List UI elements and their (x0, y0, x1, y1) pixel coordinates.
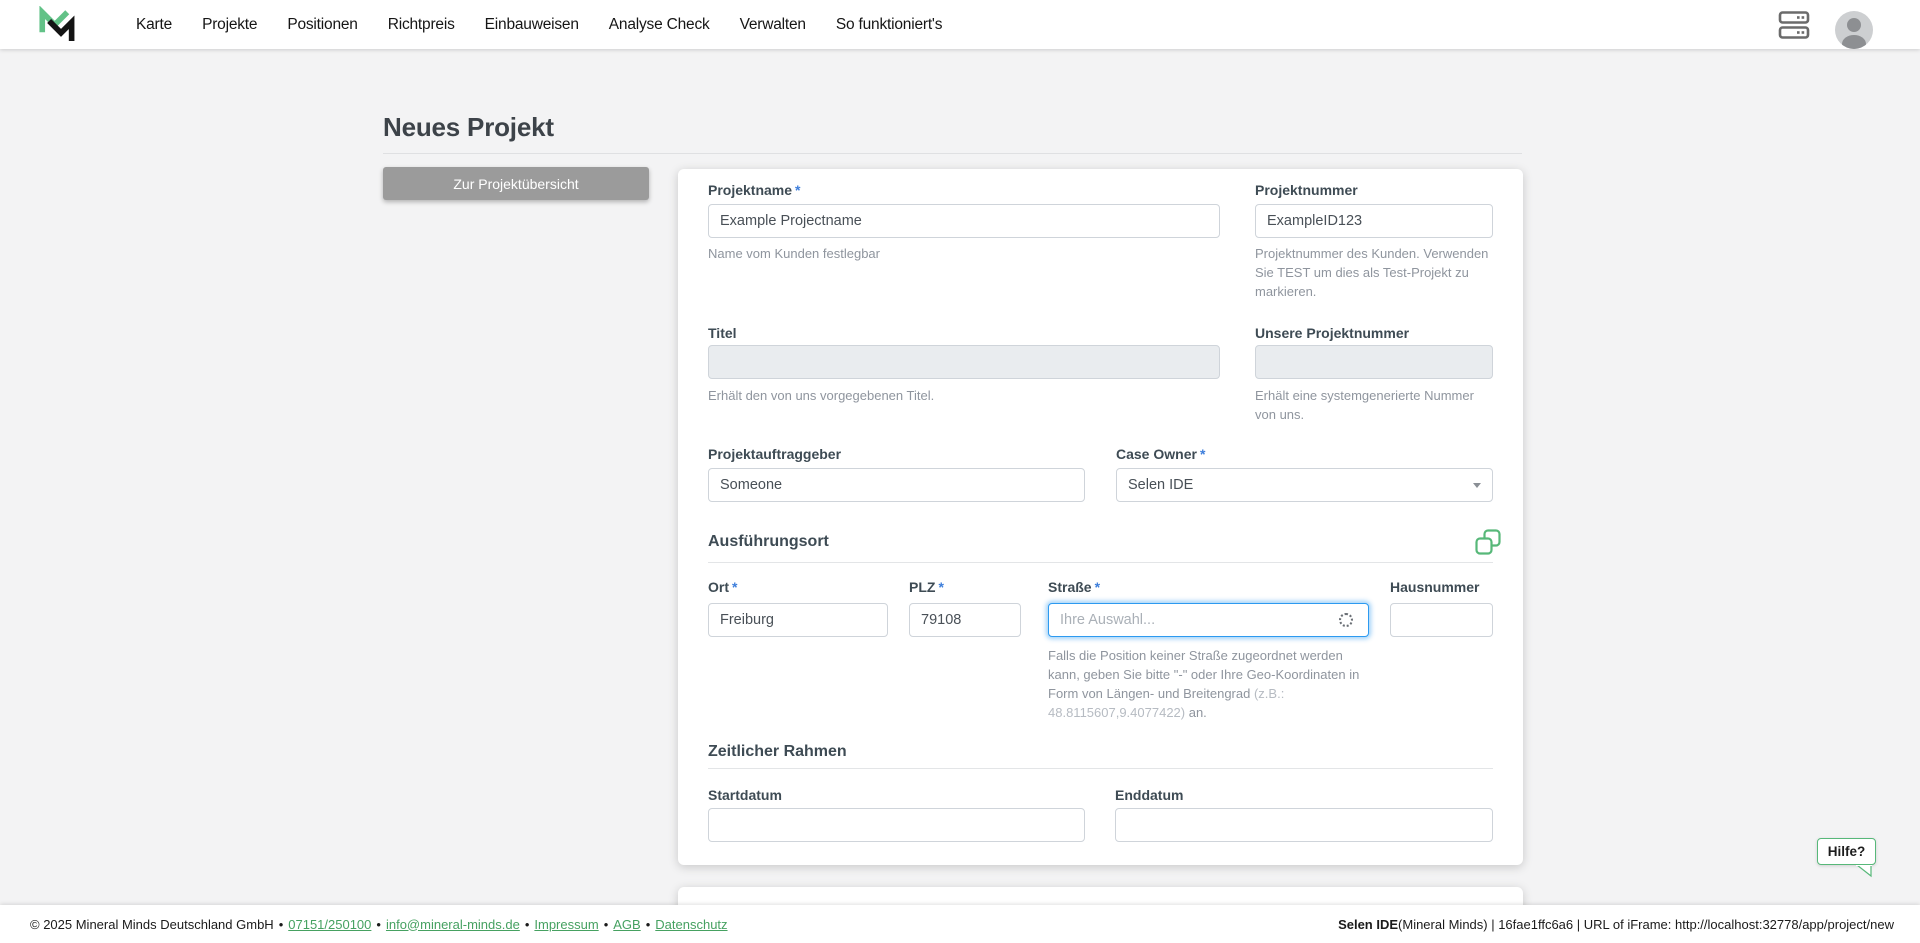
case-owner-select[interactable]: Selen IDE (1116, 468, 1493, 502)
loading-spinner-icon (1339, 613, 1353, 627)
enddatum-input[interactable] (1115, 808, 1493, 842)
avatar-body-icon (1842, 35, 1866, 49)
mineral-minds-logo-icon[interactable] (36, 6, 76, 46)
required-asterisk: * (1200, 446, 1205, 462)
strasse-label: Straße* (1048, 579, 1100, 595)
project-overview-button[interactable]: Zur Projektübersicht (383, 167, 649, 200)
required-asterisk: * (938, 579, 943, 595)
footer-link-impressum[interactable]: Impressum (534, 917, 598, 932)
main-nav: Karte Projekte Positionen Richtpreis Ein… (136, 0, 942, 49)
unsere-projektnummer-helper: Erhält eine systemgenerierte Nummer von … (1255, 386, 1493, 424)
ort-label-text: Ort (708, 579, 729, 595)
hausnummer-label: Hausnummer (1390, 579, 1479, 595)
unsere-projektnummer-label: Unsere Projektnummer (1255, 325, 1409, 341)
plz-label: PLZ* (909, 579, 944, 595)
projektname-label-text: Projektname (708, 182, 792, 198)
projektnummer-input[interactable] (1255, 204, 1493, 238)
projektauftraggeber-label: Projektauftraggeber (708, 446, 841, 462)
title-divider (383, 153, 1522, 154)
footer-link-email[interactable]: info@mineral-minds.de (386, 917, 520, 932)
server-icon[interactable] (1778, 10, 1810, 40)
footer-separator: • (525, 917, 530, 932)
section-divider (708, 768, 1493, 769)
nav-item-einbauweisen[interactable]: Einbauweisen (485, 16, 579, 34)
strasse-helper: Falls die Position keiner Straße zugeord… (1048, 646, 1366, 722)
footer-separator: • (376, 917, 381, 932)
new-project-form-card: Projektname* Name vom Kunden festlegbar … (678, 169, 1523, 865)
screen: Karte Projekte Positionen Richtpreis Ein… (0, 0, 1920, 943)
avatar-head-icon (1847, 18, 1861, 32)
nav-item-projekte[interactable]: Projekte (202, 16, 257, 34)
case-owner-label: Case Owner* (1116, 446, 1205, 462)
projektnummer-label: Projektnummer (1255, 182, 1358, 198)
nav-item-verwalten[interactable]: Verwalten (740, 16, 806, 34)
plz-input[interactable] (909, 603, 1021, 637)
plz-label-text: PLZ (909, 579, 935, 595)
titel-label: Titel (708, 325, 737, 341)
strasse-input[interactable] (1048, 603, 1369, 637)
footer-separator: • (604, 917, 609, 932)
projektname-label: Projektname* (708, 182, 801, 198)
footer-separator: • (279, 917, 284, 932)
footer-separator: • (646, 917, 651, 932)
section-ausfuehrungsort-title: Ausführungsort (708, 533, 829, 551)
ort-label: Ort* (708, 579, 737, 595)
footer-link-phone[interactable]: 07151/250100 (288, 917, 371, 932)
hausnummer-input[interactable] (1390, 603, 1493, 637)
footer-copyright: © 2025 Mineral Minds Deutschland GmbH (30, 917, 274, 932)
enddatum-label: Enddatum (1115, 787, 1183, 803)
required-asterisk: * (1095, 579, 1100, 595)
section-zeitlicher-rahmen-title: Zeitlicher Rahmen (708, 743, 847, 761)
unsere-projektnummer-input (1255, 345, 1493, 379)
nav-item-so-funktionierts[interactable]: So funktioniert's (836, 16, 942, 34)
strasse-label-text: Straße (1048, 579, 1092, 595)
help-bubble-tail (1856, 865, 1872, 878)
strasse-helper-suffix: an. (1185, 705, 1207, 720)
required-asterisk: * (795, 182, 800, 198)
projektauftraggeber-input[interactable] (708, 468, 1085, 502)
footer-session-user: Selen IDE (1338, 917, 1398, 932)
strasse-helper-main: Falls die Position keiner Straße zugeord… (1048, 648, 1359, 701)
page-title: Neues Projekt (383, 112, 554, 143)
ort-input[interactable] (708, 603, 888, 637)
titel-input (708, 345, 1220, 379)
help-button[interactable]: Hilfe? (1817, 838, 1876, 865)
case-owner-label-text: Case Owner (1116, 446, 1197, 462)
chevron-down-icon (1473, 483, 1481, 488)
startdatum-input[interactable] (708, 808, 1085, 842)
copy-icon[interactable] (1475, 529, 1502, 556)
footer-left: © 2025 Mineral Minds Deutschland GmbH • … (30, 905, 728, 943)
footer-session-rest: (Mineral Minds) | 16fae1ffc6a6 | URL of … (1398, 917, 1894, 932)
startdatum-label: Startdatum (708, 787, 782, 803)
projektname-helper: Name vom Kunden festlegbar (708, 244, 1220, 263)
nav-item-karte[interactable]: Karte (136, 16, 172, 34)
case-owner-selected-value: Selen IDE (1128, 477, 1193, 493)
footer-session-info: Selen IDE (Mineral Minds) | 16fae1ffc6a6… (1338, 905, 1894, 943)
nav-item-richtpreis[interactable]: Richtpreis (388, 16, 455, 34)
section-divider (708, 562, 1493, 563)
navbar: Karte Projekte Positionen Richtpreis Ein… (0, 0, 1920, 49)
nav-item-analyse-check[interactable]: Analyse Check (609, 16, 710, 34)
footer-link-agb[interactable]: AGB (613, 917, 640, 932)
footer: © 2025 Mineral Minds Deutschland GmbH • … (0, 905, 1920, 943)
nav-item-positionen[interactable]: Positionen (287, 16, 357, 34)
required-asterisk: * (732, 579, 737, 595)
projektname-input[interactable] (708, 204, 1220, 238)
help-label: Hilfe? (1828, 844, 1866, 859)
projektnummer-helper: Projektnummer des Kunden. Verwenden Sie … (1255, 244, 1493, 301)
titel-helper: Erhält den von uns vorgegebenen Titel. (708, 386, 1220, 405)
footer-link-datenschutz[interactable]: Datenschutz (655, 917, 727, 932)
user-avatar[interactable] (1835, 11, 1873, 49)
